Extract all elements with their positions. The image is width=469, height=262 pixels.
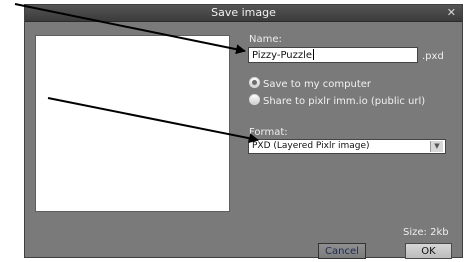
- annotation-arrows: [14, 3, 259, 144]
- annotation-arrow-format: [47, 97, 259, 144]
- annotation-arrow-name: [14, 3, 246, 55]
